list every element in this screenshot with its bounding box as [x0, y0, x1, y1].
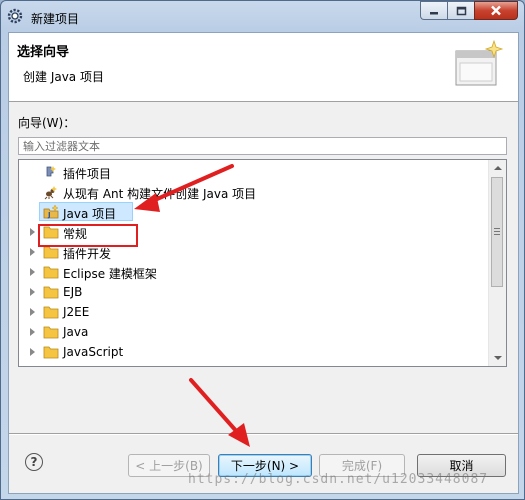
filter-input[interactable] — [18, 137, 507, 155]
minimize-icon — [430, 11, 438, 14]
eclipse-gear-icon — [7, 8, 23, 24]
folder-icon — [43, 266, 59, 279]
title-bar[interactable]: 新建项目 — [1, 1, 524, 33]
tree-item-label: 从现有 Ant 构建文件创建 Java 项目 — [63, 187, 257, 201]
java-project-icon: J — [43, 204, 59, 219]
tree-item-j2ee[interactable]: J2EE — [19, 302, 489, 322]
wizard-tree[interactable]: 插件项目 从现有 Ant 构建文件创建 Java 项目 J Java 项目 常规… — [18, 159, 507, 367]
help-icon[interactable]: ? — [25, 453, 43, 471]
tree-item-plugin-project[interactable]: 插件项目 — [19, 162, 489, 182]
tree-item-javascript[interactable]: JavaScript — [19, 342, 489, 362]
scroll-up-icon[interactable] — [494, 166, 502, 170]
header-title: 选择向导 — [17, 45, 70, 60]
wizards-label: 向导(W)： — [18, 116, 76, 130]
watermark-text: https://blog.csdn.net/u12033448087 — [188, 472, 489, 487]
expand-arrow-icon[interactable] — [30, 248, 35, 256]
expand-arrow-icon[interactable] — [30, 288, 35, 296]
grip-line — [494, 234, 500, 235]
vertical-scrollbar[interactable] — [488, 160, 506, 366]
expand-arrow-icon[interactable] — [30, 308, 35, 316]
header-subtitle: 创建 Java 项目 — [23, 70, 104, 84]
svg-text:J: J — [47, 211, 51, 219]
tree-item-label: J2EE — [63, 305, 90, 319]
tree-item-label: Eclipse 建模框架 — [63, 267, 157, 281]
tree-item-ejb[interactable]: EJB — [19, 282, 489, 302]
tree-item-ant-project[interactable]: 从现有 Ant 构建文件创建 Java 项目 — [19, 182, 489, 202]
tree-item-java-project[interactable]: J Java 项目 — [19, 202, 489, 222]
grip-line — [494, 231, 500, 232]
tree-item-label: 插件项目 — [63, 167, 112, 181]
maximize-icon — [456, 6, 466, 15]
tree-item-label: EJB — [63, 285, 83, 299]
expand-arrow-icon[interactable] — [30, 268, 35, 276]
scroll-thumb[interactable] — [491, 177, 503, 287]
folder-icon — [43, 286, 59, 299]
close-icon — [491, 5, 501, 16]
tree-item-label: Java 项目 — [63, 207, 117, 221]
maximize-button[interactable] — [447, 1, 474, 20]
tree-item-label: 插件开发 — [63, 247, 112, 261]
tree-item-label: Java — [63, 325, 89, 339]
red-highlight-box — [38, 224, 138, 247]
plugin-project-icon — [46, 166, 56, 177]
folder-icon — [43, 326, 59, 339]
expand-arrow-icon[interactable] — [30, 328, 35, 336]
scroll-down-icon[interactable] — [494, 356, 502, 360]
grip-line — [494, 228, 500, 229]
expand-arrow-icon[interactable] — [30, 228, 35, 236]
window-title: 新建项目 — [31, 12, 80, 26]
folder-icon — [43, 306, 59, 319]
button-bar-separator — [9, 433, 518, 435]
ant-project-icon — [44, 186, 57, 200]
tree-item-emf[interactable]: Eclipse 建模框架 — [19, 262, 489, 282]
tree-item-label: JavaScript — [63, 345, 124, 359]
folder-icon — [43, 246, 59, 259]
new-project-dialog: 新建项目 选择向导 创建 Java 项目 向导(W)： 输入过滤器文本 插件项目… — [0, 0, 525, 500]
tree-item-java[interactable]: Java — [19, 322, 489, 342]
folder-icon — [43, 346, 59, 359]
expand-arrow-icon[interactable] — [30, 348, 35, 356]
close-button[interactable] — [474, 1, 518, 20]
dialog-content: 选择向导 创建 Java 项目 向导(W)： 插件项目 — [8, 32, 519, 494]
new-wizard-banner-icon — [455, 39, 504, 86]
wizard-header: 选择向导 创建 Java 项目 — [9, 33, 518, 102]
minimize-button[interactable] — [420, 1, 447, 20]
